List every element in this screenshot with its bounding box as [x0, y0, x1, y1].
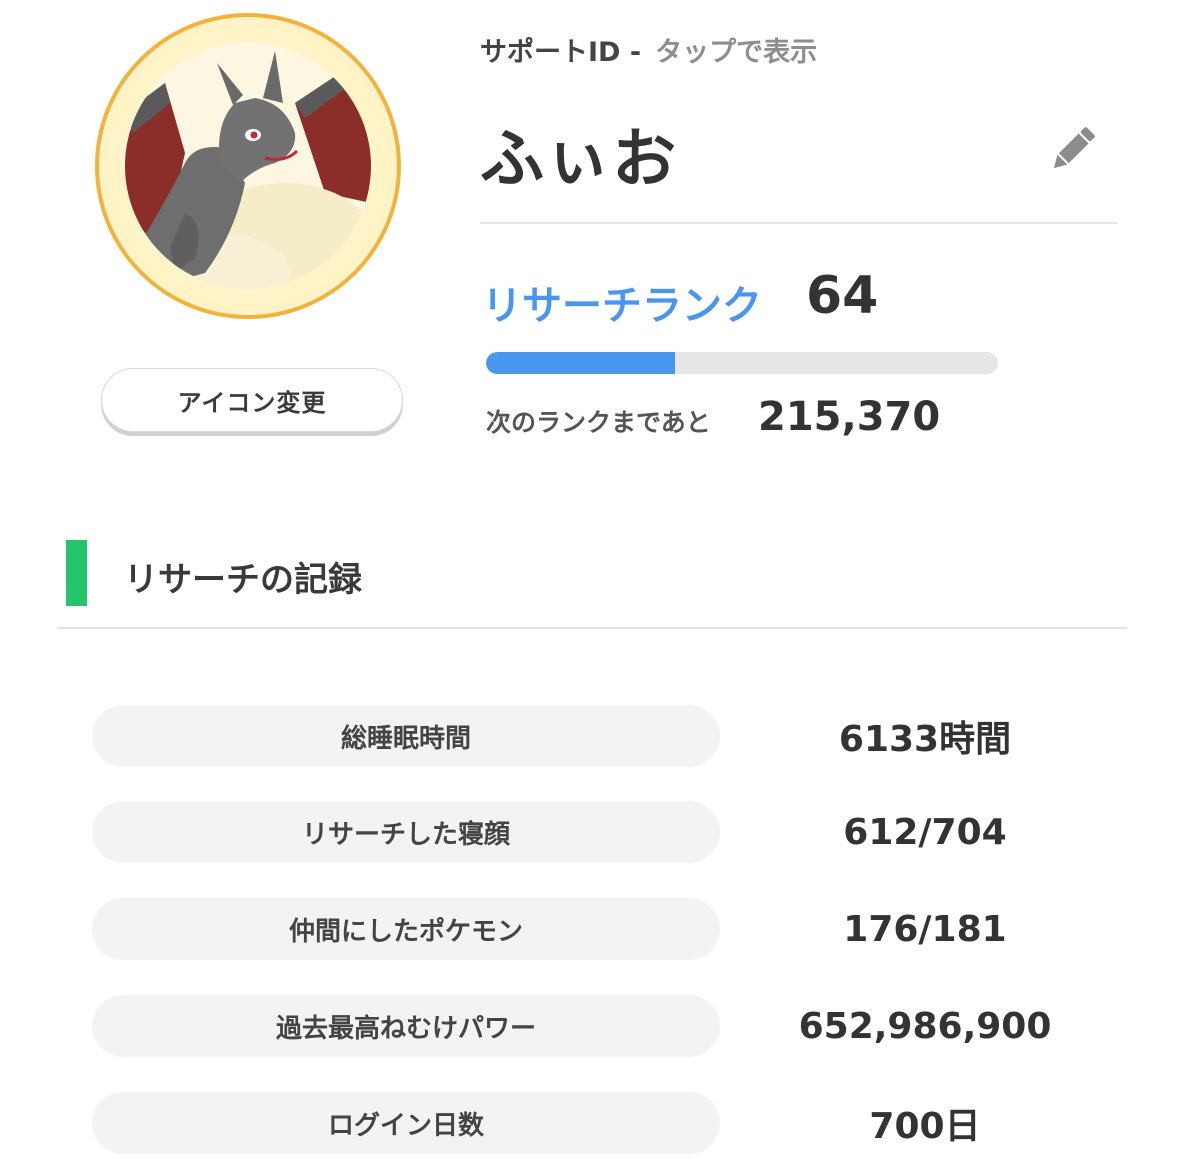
avatar[interactable]: [95, 13, 401, 319]
change-icon-button[interactable]: アイコン変更: [101, 368, 403, 432]
stat-label: リサーチした寝顔: [92, 801, 720, 863]
section-divider: [57, 627, 1127, 629]
stat-row-best-drowsy-power: 過去最高ねむけパワー 652,986,900: [92, 995, 1092, 1057]
pencil-icon[interactable]: [1046, 122, 1100, 176]
next-rank-value: 215,370: [758, 394, 941, 440]
player-name: ふぃお: [480, 123, 678, 197]
support-id[interactable]: サポートID - タップで表示: [480, 30, 817, 69]
stat-row-total-sleep: 総睡眠時間 6133時間: [92, 705, 1092, 767]
next-rank-label: 次のランクまであと: [486, 408, 711, 437]
rank-progress-bar: [486, 352, 998, 374]
rank-progress-fill: [486, 352, 676, 374]
stat-row-pokemon-befriended: 仲間にしたポケモン 176/181: [92, 898, 1092, 960]
stat-label: 総睡眠時間: [92, 705, 720, 767]
stat-row-login-days: ログイン日数 700日: [92, 1092, 1092, 1154]
stat-value: 652,986,900: [798, 1005, 1052, 1047]
research-rank-label: リサーチランク: [482, 283, 762, 329]
stat-label: 過去最高ねむけパワー: [92, 995, 720, 1057]
charizard-avatar-icon: [125, 43, 371, 289]
stat-value: 612/704: [843, 811, 1007, 853]
stat-value: 6133時間: [838, 719, 1012, 760]
section-accent-bar: [66, 540, 87, 606]
stat-label: ログイン日数: [92, 1092, 720, 1154]
support-id-tap-to-show[interactable]: タップで表示: [655, 37, 817, 68]
research-rank-value: 64: [806, 266, 879, 326]
name-divider: [480, 222, 1117, 224]
stat-value: 700日: [869, 1106, 981, 1147]
stat-value: 176/181: [843, 908, 1007, 950]
support-id-label: サポートID -: [480, 37, 642, 68]
stat-label: 仲間にしたポケモン: [92, 898, 720, 960]
section-title: リサーチの記録: [124, 560, 362, 600]
stat-row-researched-faces: リサーチした寝顔 612/704: [92, 801, 1092, 863]
